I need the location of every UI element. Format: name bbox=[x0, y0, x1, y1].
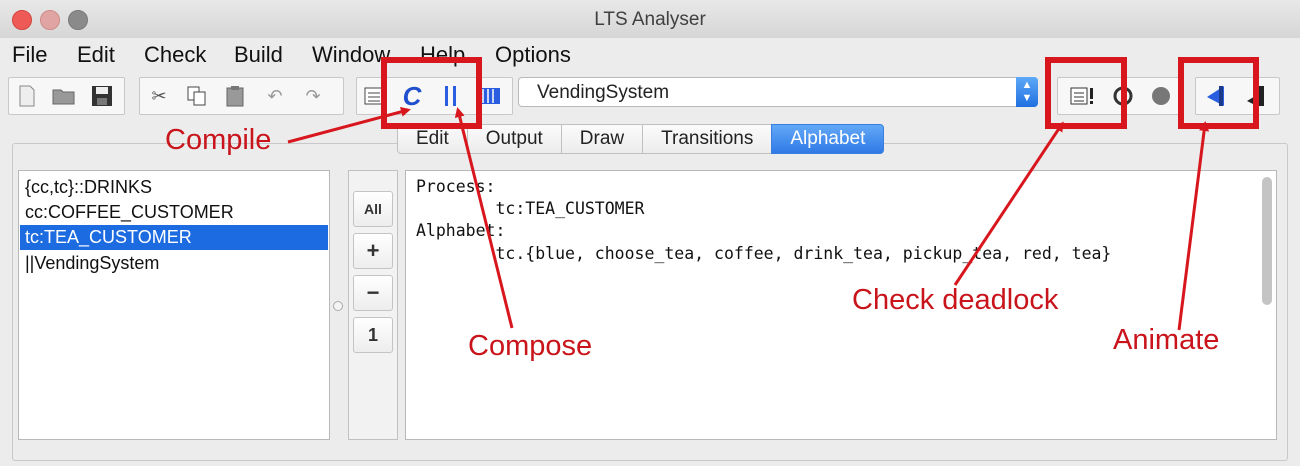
list-item[interactable]: cc:COFFEE_CUSTOMER bbox=[20, 200, 328, 225]
menu-window[interactable]: Window bbox=[312, 42, 390, 68]
edit-toolbar-group: ✂ ↶ ↷ bbox=[139, 77, 344, 115]
save-icon[interactable] bbox=[87, 81, 117, 111]
one-level-button[interactable]: 1 bbox=[353, 317, 393, 353]
process-list: {cc,tc}::DRINKS cc:COFFEE_CUSTOMER tc:TE… bbox=[18, 170, 330, 440]
tab-draw[interactable]: Draw bbox=[560, 124, 643, 154]
stop-icon[interactable] bbox=[1146, 81, 1176, 111]
target-process-select[interactable]: VendingSystem ▲ ▼ bbox=[518, 77, 1038, 107]
alphabet-output-area[interactable]: Process: tc:TEA_CUSTOMER Alphabet: tc.{b… bbox=[405, 170, 1277, 440]
redo-icon[interactable]: ↷ bbox=[298, 81, 328, 111]
menu-options[interactable]: Options bbox=[495, 42, 571, 68]
paste-icon[interactable] bbox=[220, 81, 250, 111]
animate-annotation: Animate bbox=[1113, 324, 1220, 356]
compile-compose-highlight-box bbox=[381, 57, 482, 129]
alphabet-view-buttons: All + − 1 bbox=[348, 170, 398, 440]
window-title: LTS Analyser bbox=[594, 9, 706, 30]
expand-button[interactable]: + bbox=[353, 233, 393, 269]
title-bar: LTS Analyser bbox=[0, 0, 1300, 39]
list-item[interactable]: {cc,tc}::DRINKS bbox=[20, 175, 328, 200]
output-line: tc:TEA_CUSTOMER bbox=[416, 199, 645, 218]
new-file-icon[interactable] bbox=[12, 81, 42, 111]
vertical-scrollbar[interactable] bbox=[1262, 177, 1272, 305]
target-process-value: VendingSystem bbox=[537, 82, 670, 103]
splitter-handle[interactable] bbox=[333, 301, 343, 311]
list-item[interactable]: ||VendingSystem bbox=[20, 251, 328, 276]
menu-edit[interactable]: Edit bbox=[77, 42, 115, 68]
undo-icon[interactable]: ↶ bbox=[260, 81, 290, 111]
menu-build[interactable]: Build bbox=[234, 42, 283, 68]
output-line: Process: bbox=[416, 177, 496, 196]
file-toolbar-group bbox=[8, 77, 125, 115]
menu-file[interactable]: File bbox=[12, 42, 47, 68]
select-chevron-icon[interactable]: ▲ ▼ bbox=[1016, 77, 1038, 107]
tab-transitions[interactable]: Transitions bbox=[642, 124, 772, 154]
animate-highlight-box bbox=[1178, 57, 1259, 129]
output-line: tc.{blue, choose_tea, coffee, drink_tea,… bbox=[416, 244, 1112, 263]
list-item-selected[interactable]: tc:TEA_CUSTOMER bbox=[20, 225, 328, 250]
copy-icon[interactable] bbox=[182, 81, 212, 111]
open-folder-icon[interactable] bbox=[49, 81, 79, 111]
output-line: Alphabet: bbox=[416, 221, 506, 240]
compose-annotation: Compose bbox=[468, 330, 593, 362]
menu-check[interactable]: Check bbox=[144, 42, 206, 68]
cut-icon[interactable]: ✂ bbox=[144, 81, 174, 111]
tab-alphabet[interactable]: Alphabet bbox=[771, 124, 885, 154]
check-deadlock-highlight-box bbox=[1045, 57, 1127, 129]
check-deadlock-annotation: Check deadlock bbox=[852, 284, 1059, 316]
compile-annotation: Compile bbox=[165, 124, 272, 156]
collapse-button[interactable]: − bbox=[353, 275, 393, 311]
show-all-button[interactable]: All bbox=[353, 191, 393, 227]
